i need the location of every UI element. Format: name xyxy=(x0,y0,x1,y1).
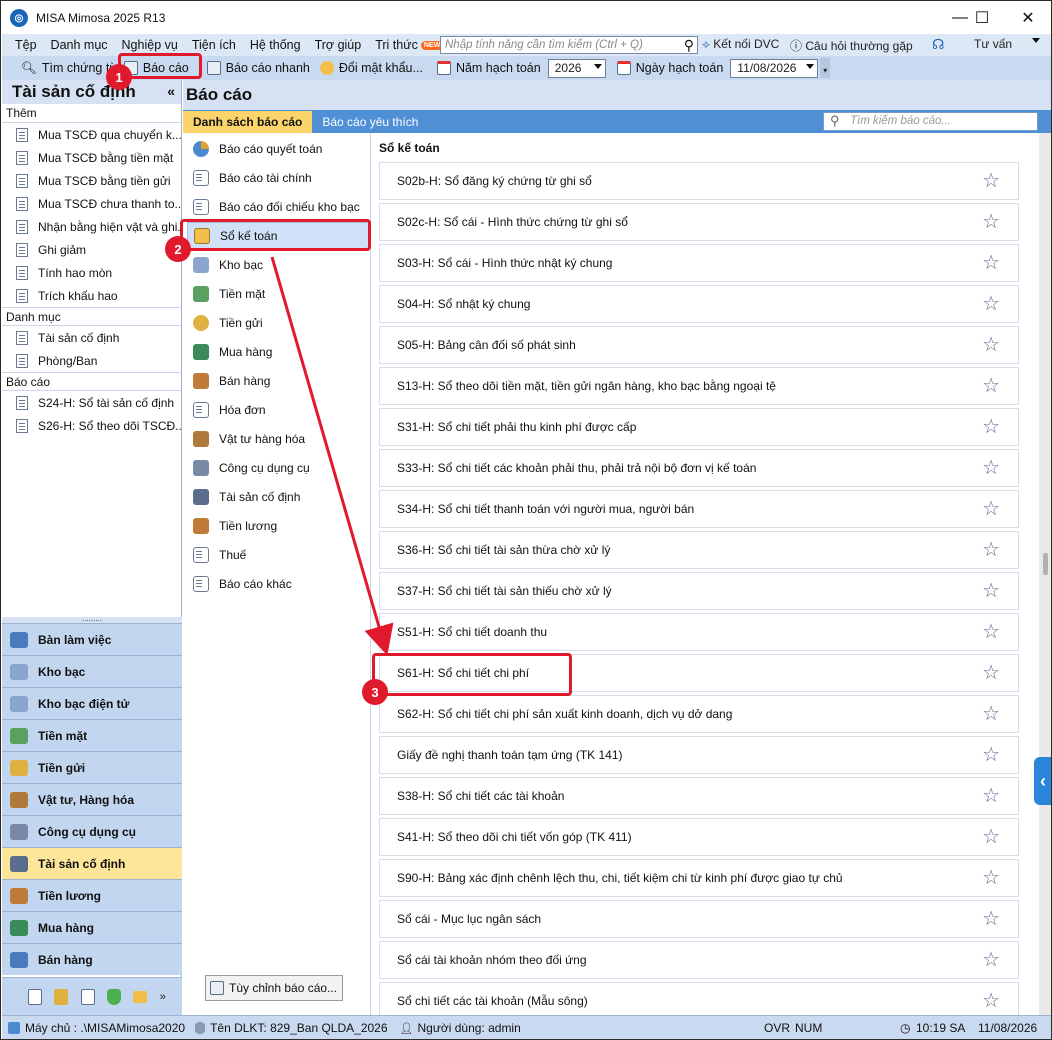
arrow-line xyxy=(270,256,394,656)
annotation-arrow xyxy=(270,256,394,656)
